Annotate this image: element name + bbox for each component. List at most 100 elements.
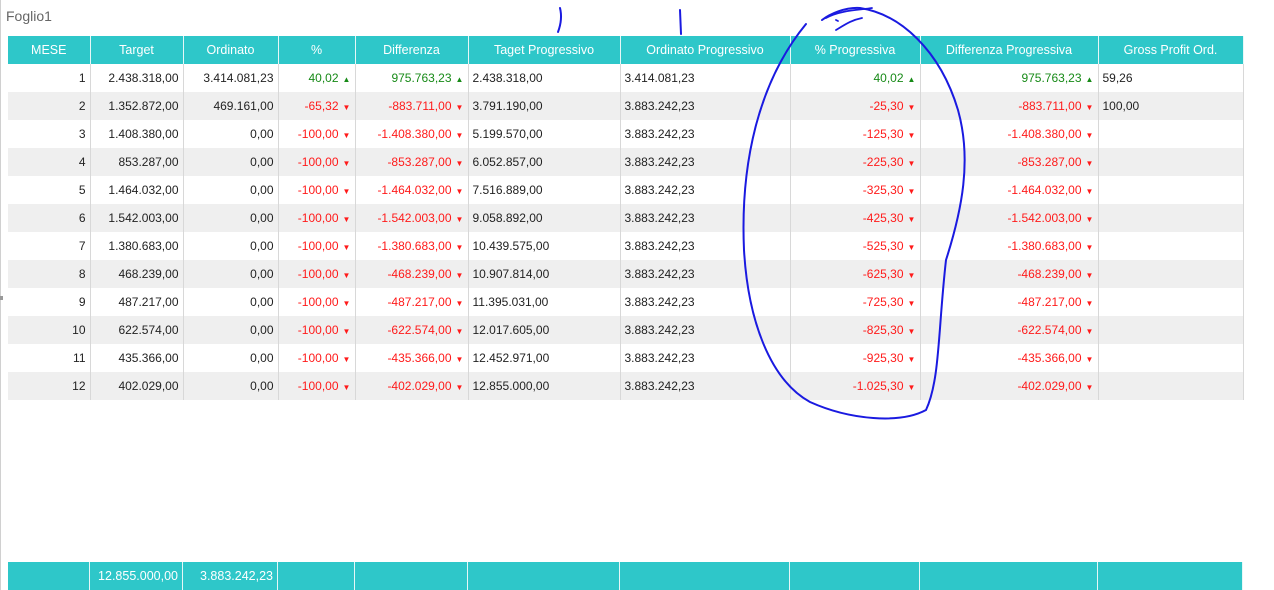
- cell-differenza[interactable]: -1.542.003,00 ▼: [355, 204, 469, 232]
- cell-differenza[interactable]: -1.380.683,00 ▼: [355, 232, 469, 260]
- cell-percent-progressiva[interactable]: -925,30 ▼: [790, 344, 921, 372]
- cell-percent-progressiva[interactable]: -425,30 ▼: [790, 204, 921, 232]
- cell-target[interactable]: 468.239,00: [90, 260, 184, 288]
- cell-mese[interactable]: 10: [8, 316, 91, 344]
- cell-ordinato[interactable]: 0,00: [183, 288, 279, 316]
- cell-ordinato[interactable]: 0,00: [183, 176, 279, 204]
- cell-target-progressivo[interactable]: 6.052.857,00: [468, 148, 621, 176]
- cell-percent[interactable]: -100,00 ▼: [278, 232, 356, 260]
- cell-target[interactable]: 402.029,00: [90, 372, 184, 400]
- cell-ordinato[interactable]: 0,00: [183, 344, 279, 372]
- cell-differenza-progressiva[interactable]: -622.574,00 ▼: [920, 316, 1099, 344]
- cell-percent[interactable]: -100,00 ▼: [278, 260, 356, 288]
- cell-differenza[interactable]: -402.029,00 ▼: [355, 372, 469, 400]
- cell-differenza[interactable]: -487.217,00 ▼: [355, 288, 469, 316]
- cell-target-progressivo[interactable]: 2.438.318,00: [468, 64, 621, 92]
- cell-mese[interactable]: 1: [8, 64, 91, 92]
- cell-ordinato[interactable]: 0,00: [183, 148, 279, 176]
- cell-gross-profit[interactable]: [1098, 148, 1244, 176]
- cell-percent[interactable]: -100,00 ▼: [278, 148, 356, 176]
- col-header-differenza[interactable]: Differenza: [355, 36, 469, 64]
- cell-percent-progressiva[interactable]: -625,30 ▼: [790, 260, 921, 288]
- cell-percent-progressiva[interactable]: -725,30 ▼: [790, 288, 921, 316]
- cell-percent-progressiva[interactable]: -25,30 ▼: [790, 92, 921, 120]
- col-header-target-progressivo[interactable]: Taget Progressivo: [468, 36, 621, 64]
- cell-ordinato[interactable]: 0,00: [183, 232, 279, 260]
- cell-differenza-progressiva[interactable]: -853.287,00 ▼: [920, 148, 1099, 176]
- cell-differenza[interactable]: -468.239,00 ▼: [355, 260, 469, 288]
- cell-differenza-progressiva[interactable]: -1.464.032,00 ▼: [920, 176, 1099, 204]
- cell-gross-profit[interactable]: [1098, 372, 1244, 400]
- cell-ordinato-progressivo[interactable]: 3.883.242,23: [620, 372, 791, 400]
- cell-percent-progressiva[interactable]: -525,30 ▼: [790, 232, 921, 260]
- cell-percent[interactable]: 40,02 ▲: [278, 64, 356, 92]
- cell-differenza[interactable]: -1.408.380,00 ▼: [355, 120, 469, 148]
- cell-differenza[interactable]: -853.287,00 ▼: [355, 148, 469, 176]
- cell-ordinato-progressivo[interactable]: 3.883.242,23: [620, 288, 791, 316]
- cell-mese[interactable]: 3: [8, 120, 91, 148]
- cell-gross-profit[interactable]: [1098, 316, 1244, 344]
- cell-ordinato[interactable]: 469.161,00: [183, 92, 279, 120]
- cell-target[interactable]: 1.464.032,00: [90, 176, 184, 204]
- cell-percent[interactable]: -100,00 ▼: [278, 372, 356, 400]
- cell-mese[interactable]: 5: [8, 176, 91, 204]
- cell-target-progressivo[interactable]: 12.855.000,00: [468, 372, 621, 400]
- cell-differenza[interactable]: -883.711,00 ▼: [355, 92, 469, 120]
- cell-target-progressivo[interactable]: 10.907.814,00: [468, 260, 621, 288]
- col-header-percent[interactable]: %: [278, 36, 356, 64]
- cell-target-progressivo[interactable]: 9.058.892,00: [468, 204, 621, 232]
- cell-percent[interactable]: -100,00 ▼: [278, 176, 356, 204]
- cell-ordinato-progressivo[interactable]: 3.883.242,23: [620, 344, 791, 372]
- cell-differenza-progressiva[interactable]: -1.380.683,00 ▼: [920, 232, 1099, 260]
- cell-differenza-progressiva[interactable]: 975.763,23 ▲: [920, 64, 1099, 92]
- cell-target[interactable]: 2.438.318,00: [90, 64, 184, 92]
- cell-gross-profit[interactable]: [1098, 176, 1244, 204]
- cell-gross-profit[interactable]: 59,26: [1098, 64, 1244, 92]
- col-header-differenza-progressiva[interactable]: Differenza Progressiva: [920, 36, 1099, 64]
- cell-differenza-progressiva[interactable]: -435.366,00 ▼: [920, 344, 1099, 372]
- cell-percent[interactable]: -100,00 ▼: [278, 120, 356, 148]
- cell-mese[interactable]: 12: [8, 372, 91, 400]
- cell-ordinato-progressivo[interactable]: 3.883.242,23: [620, 120, 791, 148]
- cell-ordinato-progressivo[interactable]: 3.883.242,23: [620, 148, 791, 176]
- cell-target[interactable]: 435.366,00: [90, 344, 184, 372]
- cell-differenza-progressiva[interactable]: -468.239,00 ▼: [920, 260, 1099, 288]
- cell-mese[interactable]: 9: [8, 288, 91, 316]
- cell-differenza[interactable]: 975.763,23 ▲: [355, 64, 469, 92]
- cell-target-progressivo[interactable]: 12.452.971,00: [468, 344, 621, 372]
- cell-target-progressivo[interactable]: 11.395.031,00: [468, 288, 621, 316]
- cell-gross-profit[interactable]: [1098, 204, 1244, 232]
- cell-target[interactable]: 853.287,00: [90, 148, 184, 176]
- cell-target-progressivo[interactable]: 7.516.889,00: [468, 176, 621, 204]
- cell-mese[interactable]: 6: [8, 204, 91, 232]
- cell-percent[interactable]: -100,00 ▼: [278, 316, 356, 344]
- col-header-target[interactable]: Target: [90, 36, 184, 64]
- cell-ordinato-progressivo[interactable]: 3.883.242,23: [620, 232, 791, 260]
- cell-target-progressivo[interactable]: 10.439.575,00: [468, 232, 621, 260]
- cell-ordinato[interactable]: 0,00: [183, 204, 279, 232]
- cell-percent[interactable]: -100,00 ▼: [278, 344, 356, 372]
- cell-gross-profit[interactable]: [1098, 260, 1244, 288]
- cell-differenza-progressiva[interactable]: -402.029,00 ▼: [920, 372, 1099, 400]
- cell-mese[interactable]: 11: [8, 344, 91, 372]
- cell-percent-progressiva[interactable]: -1.025,30 ▼: [790, 372, 921, 400]
- cell-differenza-progressiva[interactable]: -1.408.380,00 ▼: [920, 120, 1099, 148]
- cell-percent[interactable]: -65,32 ▼: [278, 92, 356, 120]
- cell-ordinato[interactable]: 0,00: [183, 120, 279, 148]
- col-header-ordinato[interactable]: Ordinato: [183, 36, 279, 64]
- cell-ordinato[interactable]: 0,00: [183, 316, 279, 344]
- col-header-ordinato-progressivo[interactable]: Ordinato Progressivo: [620, 36, 791, 64]
- cell-ordinato-progressivo[interactable]: 3.414.081,23: [620, 64, 791, 92]
- cell-percent-progressiva[interactable]: 40,02 ▲: [790, 64, 921, 92]
- cell-percent[interactable]: -100,00 ▼: [278, 204, 356, 232]
- cell-mese[interactable]: 7: [8, 232, 91, 260]
- cell-percent-progressiva[interactable]: -325,30 ▼: [790, 176, 921, 204]
- cell-differenza-progressiva[interactable]: -487.217,00 ▼: [920, 288, 1099, 316]
- cell-gross-profit[interactable]: 100,00: [1098, 92, 1244, 120]
- cell-target[interactable]: 1.408.380,00: [90, 120, 184, 148]
- cell-ordinato-progressivo[interactable]: 3.883.242,23: [620, 204, 791, 232]
- cell-target-progressivo[interactable]: 3.791.190,00: [468, 92, 621, 120]
- cell-gross-profit[interactable]: [1098, 120, 1244, 148]
- cell-target-progressivo[interactable]: 12.017.605,00: [468, 316, 621, 344]
- cell-percent-progressiva[interactable]: -825,30 ▼: [790, 316, 921, 344]
